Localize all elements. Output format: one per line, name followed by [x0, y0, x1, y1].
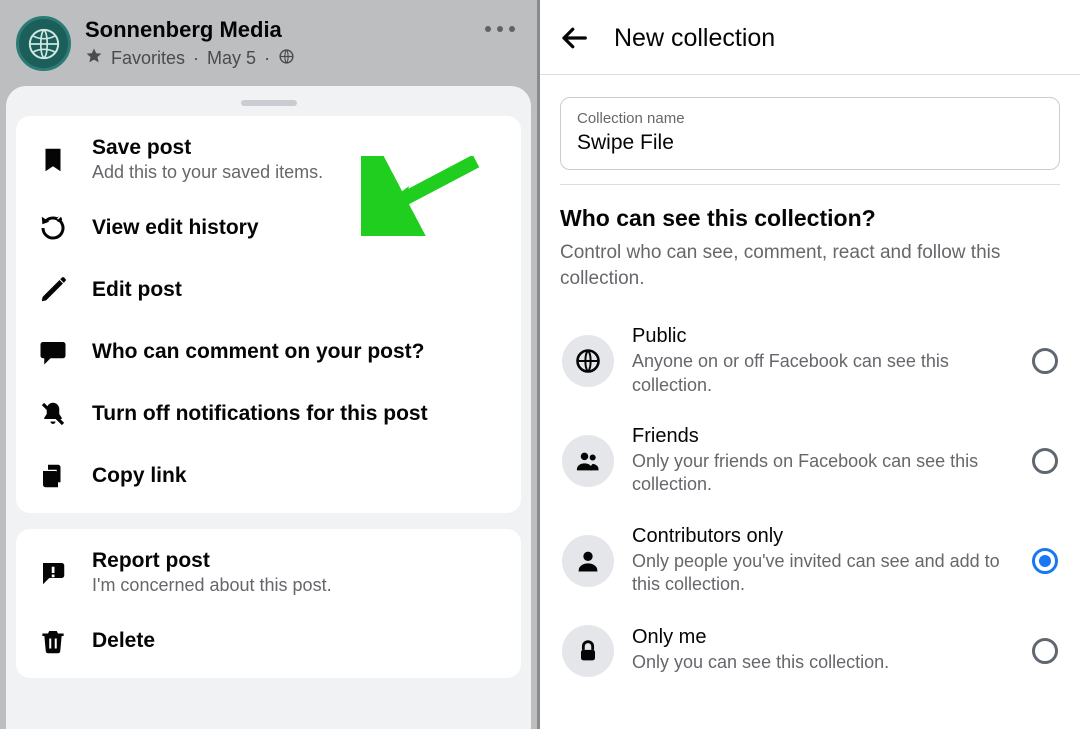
back-button[interactable]: [558, 22, 590, 54]
visibility-option-public[interactable]: Public Anyone on or off Facebook can see…: [560, 311, 1060, 411]
menu-item-comment-audience[interactable]: Who can comment on your post?: [16, 321, 521, 383]
new-collection-header: New collection: [540, 0, 1080, 75]
separator-dot: ·: [264, 48, 270, 69]
menu-item-title: Save post: [92, 136, 323, 160]
menu-item-title: Copy link: [92, 464, 187, 488]
menu-item-subtitle: Add this to your saved items.: [92, 162, 323, 183]
collection-name-label: Collection name: [577, 110, 1043, 127]
page-avatar[interactable]: [16, 16, 71, 71]
menu-item-title: Edit post: [92, 278, 182, 302]
person-icon: [562, 535, 614, 587]
option-subtitle: Only people you've invited can see and a…: [632, 550, 1014, 597]
pencil-icon: [36, 273, 70, 307]
option-subtitle: Anyone on or off Facebook can see this c…: [632, 350, 1014, 397]
arrow-left-icon: [559, 23, 589, 53]
menu-item-title: Delete: [92, 629, 155, 653]
visibility-option-friends[interactable]: Friends Only your friends on Facebook ca…: [560, 411, 1060, 511]
option-title: Contributors only: [632, 525, 1014, 548]
action-sheet: Save post Add this to your saved items. …: [6, 86, 531, 729]
visibility-option-only-me[interactable]: Only me Only you can see this collection…: [560, 611, 1060, 691]
menu-item-edit-post[interactable]: Edit post: [16, 259, 521, 321]
radio-friends[interactable]: [1032, 448, 1058, 474]
radio-only-me[interactable]: [1032, 638, 1058, 664]
menu-item-title: View edit history: [92, 216, 259, 240]
visibility-heading: Who can see this collection?: [560, 205, 1060, 232]
menu-item-view-edit-history[interactable]: View edit history: [16, 197, 521, 259]
post-meta: Sonnenberg Media Favorites · May 5 ·: [85, 17, 295, 70]
trash-icon: [36, 624, 70, 658]
collection-name-value: Swipe File: [577, 131, 1043, 155]
post-date[interactable]: May 5: [207, 48, 256, 69]
globe-icon: [562, 335, 614, 387]
star-icon: [85, 47, 103, 70]
option-subtitle: Only you can see this collection.: [632, 651, 1014, 674]
privacy-globe-icon[interactable]: [278, 48, 295, 70]
drag-handle[interactable]: [241, 100, 297, 106]
bell-off-icon: [36, 397, 70, 431]
report-icon: [36, 556, 70, 590]
post-sub-row: Favorites · May 5 ·: [85, 47, 295, 70]
lock-icon: [562, 625, 614, 677]
option-subtitle: Only your friends on Facebook can see th…: [632, 450, 1014, 497]
favorites-label[interactable]: Favorites: [111, 48, 185, 69]
page-name[interactable]: Sonnenberg Media: [85, 17, 295, 43]
new-collection-title: New collection: [614, 24, 775, 53]
menu-item-save-post[interactable]: Save post Add this to your saved items.: [16, 122, 521, 197]
copy-icon: [36, 459, 70, 493]
radio-contributors[interactable]: [1032, 548, 1058, 574]
collection-name-field[interactable]: Collection name Swipe File: [560, 97, 1060, 170]
menu-card-secondary: Report post I'm concerned about this pos…: [16, 529, 521, 678]
option-title: Friends: [632, 425, 1014, 448]
globe-logo-icon: [27, 27, 61, 61]
menu-item-title: Turn off notifications for this post: [92, 402, 428, 426]
option-title: Only me: [632, 626, 1014, 649]
option-title: Public: [632, 325, 1014, 348]
more-options-button[interactable]: [485, 26, 515, 32]
friends-icon: [562, 435, 614, 487]
menu-item-delete[interactable]: Delete: [16, 610, 521, 672]
menu-item-subtitle: I'm concerned about this post.: [92, 575, 332, 596]
new-collection-body: Collection name Swipe File Who can see t…: [540, 75, 1080, 713]
menu-item-title: Report post: [92, 549, 332, 573]
visibility-description: Control who can see, comment, react and …: [560, 240, 1060, 291]
radio-public[interactable]: [1032, 348, 1058, 374]
comment-icon: [36, 335, 70, 369]
menu-item-report-post[interactable]: Report post I'm concerned about this pos…: [16, 535, 521, 610]
divider: [560, 184, 1060, 185]
separator-dot: ·: [193, 48, 199, 69]
visibility-option-contributors[interactable]: Contributors only Only people you've inv…: [560, 511, 1060, 611]
menu-item-turn-off-notifications[interactable]: Turn off notifications for this post: [16, 383, 521, 445]
bookmark-icon: [36, 143, 70, 177]
post-options-panel: Sonnenberg Media Favorites · May 5 ·: [0, 0, 540, 729]
menu-item-copy-link[interactable]: Copy link: [16, 445, 521, 507]
new-collection-panel: New collection Collection name Swipe Fil…: [540, 0, 1080, 729]
history-icon: [36, 211, 70, 245]
post-header: Sonnenberg Media Favorites · May 5 ·: [0, 0, 537, 81]
menu-card-primary: Save post Add this to your saved items. …: [16, 116, 521, 513]
menu-item-title: Who can comment on your post?: [92, 340, 425, 364]
